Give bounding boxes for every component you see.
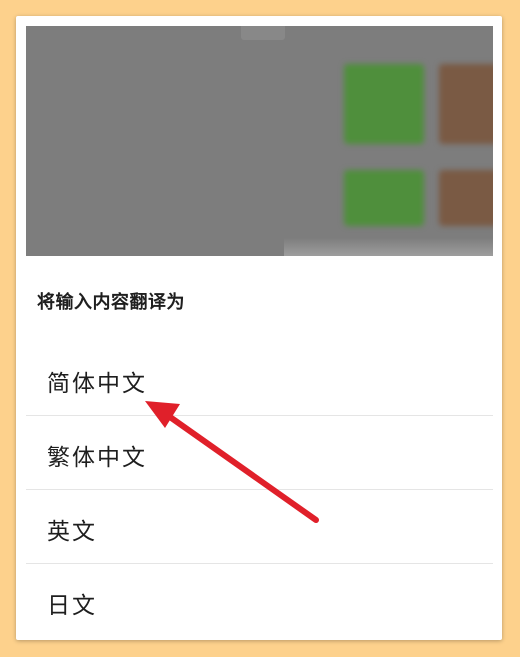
option-simplified-chinese[interactable]: 简体中文 [26, 342, 493, 416]
option-english[interactable]: 英文 [26, 489, 493, 563]
sheet-title: 将输入内容翻译为 [37, 292, 185, 313]
blurred-brown-tile [439, 170, 493, 226]
translate-language-sheet: 将输入内容翻译为 简体中文 繁体中文 英文 日文 [26, 256, 493, 631]
option-label: 繁体中文 [47, 445, 147, 471]
option-traditional-chinese[interactable]: 繁体中文 [26, 415, 493, 489]
option-label: 日文 [47, 593, 97, 619]
blurred-green-tile [344, 170, 424, 226]
option-label: 英文 [47, 519, 97, 545]
top-handle [241, 26, 285, 40]
blurred-brown-tile [439, 64, 493, 144]
blurred-green-tile [344, 64, 424, 144]
option-japanese[interactable]: 日文 [26, 563, 493, 631]
option-label: 简体中文 [47, 371, 147, 397]
phone-screen: 将输入内容翻译为 简体中文 繁体中文 英文 日文 [26, 26, 493, 631]
